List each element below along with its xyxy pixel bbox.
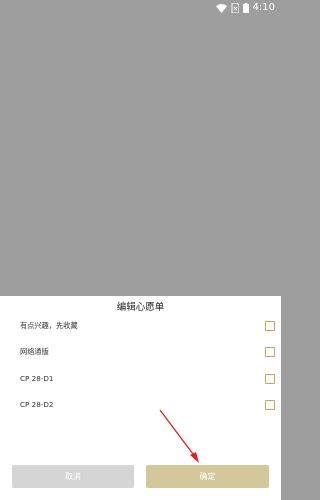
status-bar: 4:10 xyxy=(0,0,281,16)
status-icons: 4:10 xyxy=(215,2,275,13)
wishlist-edit-sheet: 编辑心愿单 有点兴趣，先收藏 网络通版 CP 28-D1 CP 28-D2 取消… xyxy=(0,296,281,500)
cancel-button[interactable]: 取消 xyxy=(12,465,134,488)
option-checkbox[interactable] xyxy=(265,374,275,384)
option-label: 网络通版 xyxy=(20,347,49,356)
wifi-icon xyxy=(215,3,227,13)
option-label: 有点兴趣，先收藏 xyxy=(20,321,78,330)
dim-overlay[interactable] xyxy=(0,16,281,296)
option-row-interested[interactable]: 有点兴趣，先收藏 xyxy=(0,313,281,339)
option-row-cp28-d2[interactable]: CP 28-D2 xyxy=(0,392,281,418)
battery-icon xyxy=(242,3,249,13)
status-time: 4:10 xyxy=(252,2,275,13)
option-row-cp28-d1[interactable]: CP 28-D1 xyxy=(0,366,281,392)
option-row-network[interactable]: 网络通版 xyxy=(0,339,281,365)
option-checkbox[interactable] xyxy=(265,400,275,410)
option-label: CP 28-D1 xyxy=(20,374,54,383)
confirm-button[interactable]: 确定 xyxy=(146,465,269,488)
sim-icon xyxy=(231,3,239,13)
option-checkbox[interactable] xyxy=(265,347,275,357)
option-label: CP 28-D2 xyxy=(20,400,54,409)
option-checkbox[interactable] xyxy=(265,321,275,331)
